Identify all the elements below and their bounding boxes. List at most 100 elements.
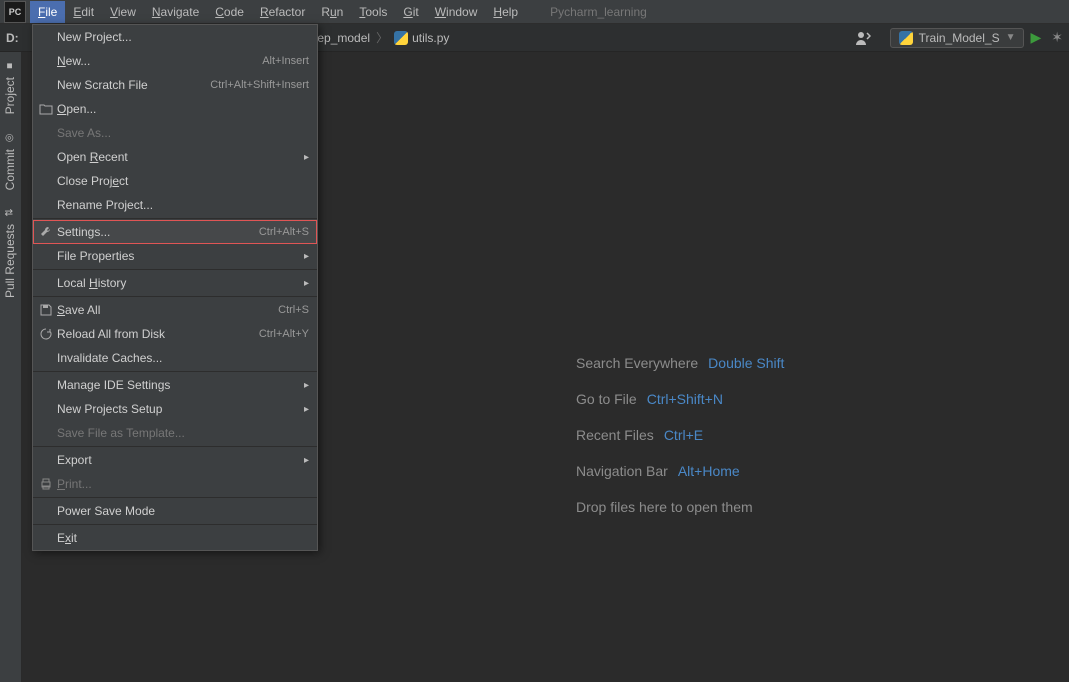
print-icon [37, 476, 55, 492]
menu-item-label: Reload All from Disk [57, 327, 259, 341]
run-config-name: Train_Model_S [919, 31, 1000, 45]
menu-item-label: New... [57, 54, 262, 68]
menu-item-close-project[interactable]: Close Project [33, 169, 317, 193]
editor-hint: Drop files here to open them [576, 499, 784, 515]
blank-icon [37, 53, 55, 69]
hint-shortcut: Ctrl+Shift+N [647, 391, 723, 407]
menu-item-new[interactable]: New...Alt+Insert [33, 49, 317, 73]
menu-item-label: Open... [57, 102, 309, 116]
hint-shortcut: Double Shift [708, 355, 784, 371]
menu-bar: PC FileEditViewNavigateCodeRefactorRunTo… [0, 0, 1069, 24]
blank-icon [37, 197, 55, 213]
blank-icon [37, 248, 55, 264]
tool-tab-label: Pull Requests [3, 224, 17, 298]
menu-item-reload-all-from-disk[interactable]: Reload All from DiskCtrl+Alt+Y [33, 322, 317, 346]
editor-hint: Go to File Ctrl+Shift+N [576, 391, 784, 407]
menu-item-label: New Projects Setup [57, 402, 304, 416]
menu-item-new-scratch-file[interactable]: New Scratch FileCtrl+Alt+Shift+Insert [33, 73, 317, 97]
pr-icon: ⇅ [4, 208, 15, 216]
menu-run[interactable]: Run [313, 1, 351, 23]
menu-item-shortcut: Ctrl+Alt+S [259, 226, 309, 238]
hint-shortcut: Ctrl+E [664, 427, 703, 443]
gear-icon[interactable]: ✶ [1051, 29, 1063, 46]
hint-label: Drop files here to open them [576, 499, 753, 515]
menu-item-label: Export [57, 453, 304, 467]
menu-view[interactable]: View [102, 1, 144, 23]
tool-tab-project[interactable]: Project ■ [0, 52, 20, 122]
menu-item-file-properties[interactable]: File Properties▸ [33, 244, 317, 268]
menu-item-shortcut: Ctrl+S [278, 304, 309, 316]
menu-item-export[interactable]: Export▸ [33, 448, 317, 472]
tool-tab-commit[interactable]: Commit◎ [0, 124, 20, 198]
menu-item-save-all[interactable]: Save AllCtrl+S [33, 298, 317, 322]
menu-item-label: Local History [57, 276, 304, 290]
menu-item-label: Exit [57, 531, 309, 545]
menu-item-open-recent[interactable]: Open Recent▸ [33, 145, 317, 169]
menu-window[interactable]: Window [427, 1, 486, 23]
menu-tools[interactable]: Tools [351, 1, 395, 23]
menu-item-open[interactable]: Open... [33, 97, 317, 121]
menu-item-invalidate-caches[interactable]: Invalidate Caches... [33, 346, 317, 370]
menu-item-print: Print... [33, 472, 317, 496]
tool-tab-label: Project [3, 77, 17, 114]
tool-tab-pull-requests[interactable]: Pull Requests ⇅ [0, 199, 20, 306]
python-icon [899, 31, 913, 45]
menu-item-label: Print... [57, 477, 309, 491]
play-icon[interactable]: ▶ [1030, 29, 1041, 46]
editor-hint: Navigation BarAlt+Home [576, 463, 784, 479]
menu-item-label: Close Project [57, 174, 309, 188]
commit-icon: ◎ [4, 133, 15, 142]
drive-label: D: [6, 31, 19, 45]
reload-icon [37, 326, 55, 342]
submenu-arrow-icon: ▸ [304, 251, 309, 262]
user-icon[interactable] [850, 29, 876, 47]
hint-shortcut: Alt+Home [678, 463, 740, 479]
blank-icon [37, 173, 55, 189]
chevron-down-icon: ▼ [1006, 32, 1016, 43]
menu-item-label: Invalidate Caches... [57, 351, 309, 365]
menu-separator [33, 497, 317, 498]
menu-item-new-project[interactable]: New Project... [33, 25, 317, 49]
menu-item-rename-project[interactable]: Rename Project... [33, 193, 317, 217]
submenu-arrow-icon: ▸ [304, 278, 309, 289]
menu-code[interactable]: Code [207, 1, 252, 23]
file-menu-dropdown: New Project...New...Alt+InsertNew Scratc… [32, 24, 318, 551]
menu-file[interactable]: File [30, 1, 65, 23]
menu-item-exit[interactable]: Exit [33, 526, 317, 550]
menu-item-shortcut: Alt+Insert [262, 55, 309, 67]
menu-separator [33, 269, 317, 270]
menu-edit[interactable]: Edit [65, 1, 102, 23]
breadcrumb-item[interactable]: utils.py [394, 31, 449, 45]
blank-icon [37, 401, 55, 417]
menu-separator [33, 524, 317, 525]
blank-icon [37, 452, 55, 468]
menu-item-local-history[interactable]: Local History▸ [33, 271, 317, 295]
blank-icon [37, 125, 55, 141]
blank-icon [37, 377, 55, 393]
run-config-dropdown[interactable]: Train_Model_S ▼ [890, 28, 1025, 48]
menu-item-shortcut: Ctrl+Alt+Y [259, 328, 309, 340]
menu-navigate[interactable]: Navigate [144, 1, 207, 23]
breadcrumb-item[interactable]: eep_model [311, 31, 370, 45]
menu-item-settings[interactable]: Settings...Ctrl+Alt+S [33, 220, 317, 244]
menu-help[interactable]: Help [485, 1, 526, 23]
menu-item-manage-ide-settings[interactable]: Manage IDE Settings▸ [33, 373, 317, 397]
menu-separator [33, 218, 317, 219]
menu-item-save-as: Save As... [33, 121, 317, 145]
save-icon [37, 302, 55, 318]
menu-item-label: Manage IDE Settings [57, 378, 304, 392]
blank-icon [37, 29, 55, 45]
menu-separator [33, 371, 317, 372]
menu-git[interactable]: Git [395, 1, 426, 23]
menu-item-label: Save File as Template... [57, 426, 309, 440]
menu-item-label: Power Save Mode [57, 504, 309, 518]
breadcrumb-label: eep_model [311, 31, 370, 45]
hint-label: Go to File [576, 391, 637, 407]
menu-item-power-save-mode[interactable]: Power Save Mode [33, 499, 317, 523]
folder-icon: ■ [4, 62, 15, 68]
breadcrumb-separator: 〉 [376, 29, 388, 46]
menu-refactor[interactable]: Refactor [252, 1, 313, 23]
breadcrumb-label: utils.py [412, 31, 449, 45]
menu-item-new-projects-setup[interactable]: New Projects Setup▸ [33, 397, 317, 421]
menu-separator [33, 296, 317, 297]
